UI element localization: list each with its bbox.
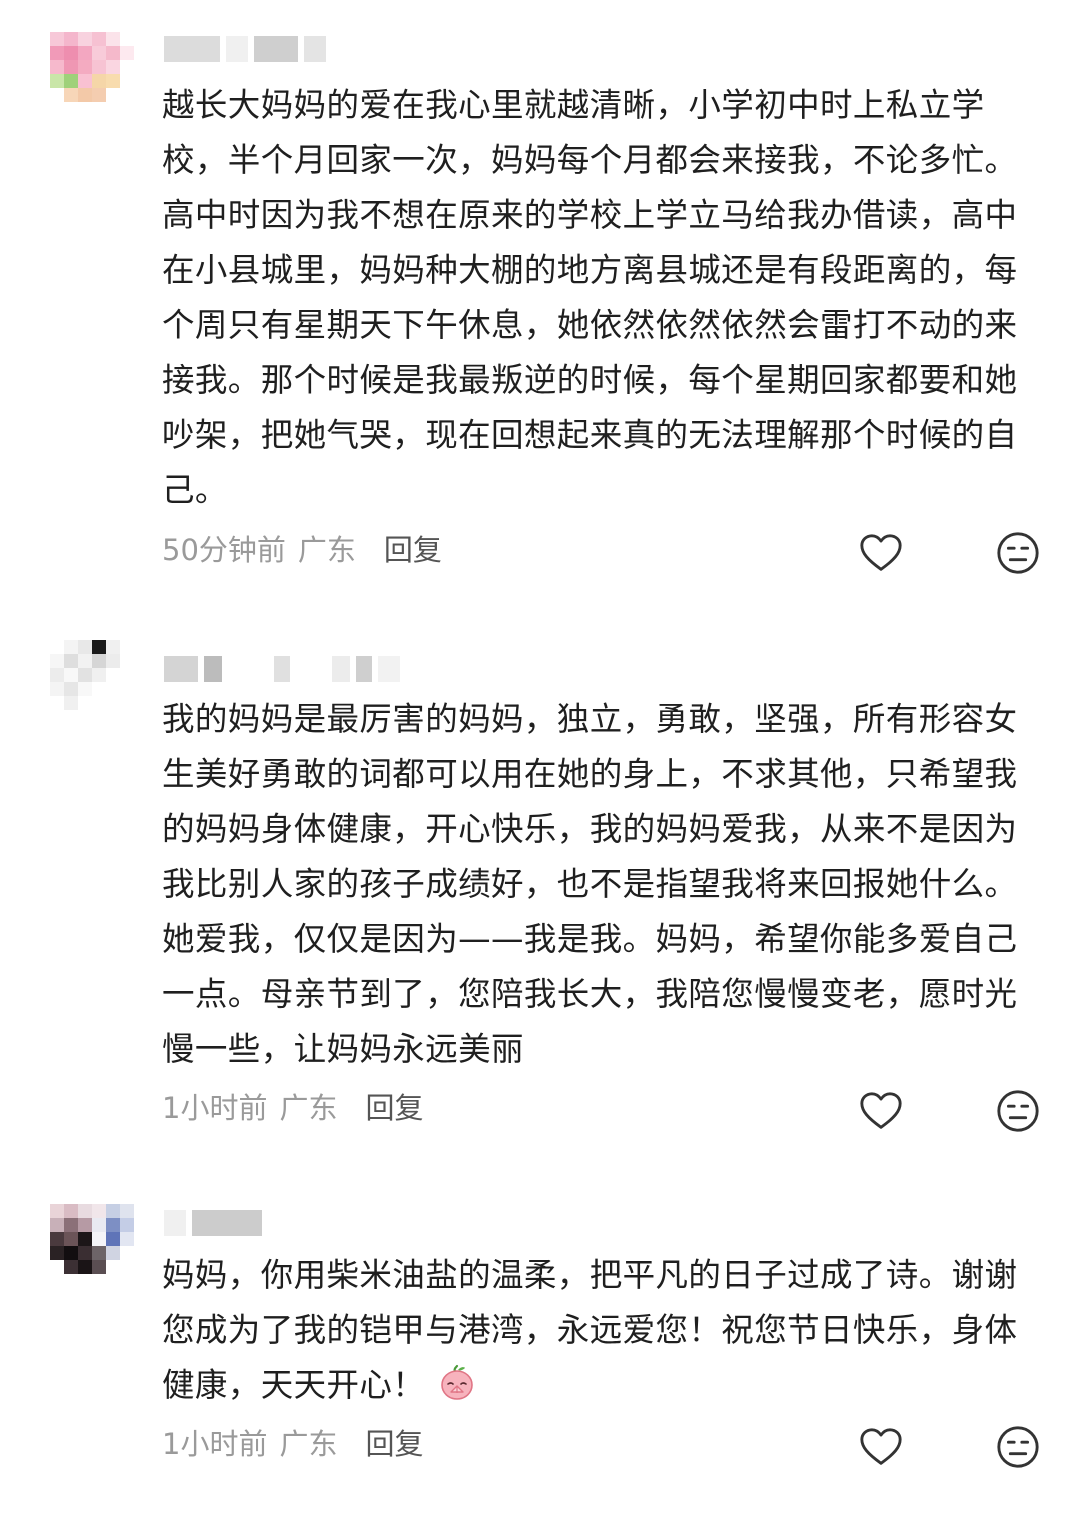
reply-button[interactable]: 回复 [384,530,442,570]
avatar[interactable] [50,1204,134,1288]
comment-time: 1小时前 [162,1091,268,1125]
comment-location: 广东 [297,533,356,567]
comment-text: 越长大妈妈的爱在我心里就越清晰，小学初中时上私立学校，半个月回家一次，妈妈每个月… [162,86,1018,509]
comment-meta: 1小时前 广东 回复 [162,1424,423,1464]
heart-outline-icon[interactable] [858,530,904,576]
heart-outline-icon[interactable] [858,1088,904,1134]
praying-peach-emoji [441,1364,474,1400]
reply-button[interactable]: 回复 [365,1424,423,1464]
username-blurred[interactable] [164,652,400,686]
neutral-face-icon[interactable] [995,1424,1041,1470]
username-blurred[interactable] [164,1206,262,1240]
comment-text-content: 妈妈，你用柴米油盐的温柔，把平凡的日子过成了诗。谢谢您成为了我的铠甲与港湾，永远… [162,1256,1018,1404]
comment-text: 我的妈妈是最厉害的妈妈，独立，勇敢，坚强，所有形容女生美好勇敢的词都可以用在她的… [162,700,1018,1068]
comment-time: 1小时前 [162,1427,268,1461]
comment-meta: 50分钟前 广东 回复 [162,530,442,570]
comment-location: 广东 [279,1091,338,1125]
avatar[interactable] [50,640,134,724]
neutral-face-icon[interactable] [995,530,1041,576]
username-blurred[interactable] [164,32,326,66]
comment-location: 广东 [279,1427,338,1461]
comment-meta: 1小时前 广东 回复 [162,1088,423,1128]
heart-outline-icon[interactable] [858,1424,904,1470]
comment-time: 50分钟前 [162,533,286,567]
comment-text: 妈妈，你用柴米油盐的温柔，把平凡的日子过成了诗。谢谢您成为了我的铠甲与港湾，永远… [162,1248,1042,1413]
reply-button[interactable]: 回复 [365,1088,423,1128]
neutral-face-icon[interactable] [995,1088,1041,1134]
avatar[interactable] [50,32,134,116]
